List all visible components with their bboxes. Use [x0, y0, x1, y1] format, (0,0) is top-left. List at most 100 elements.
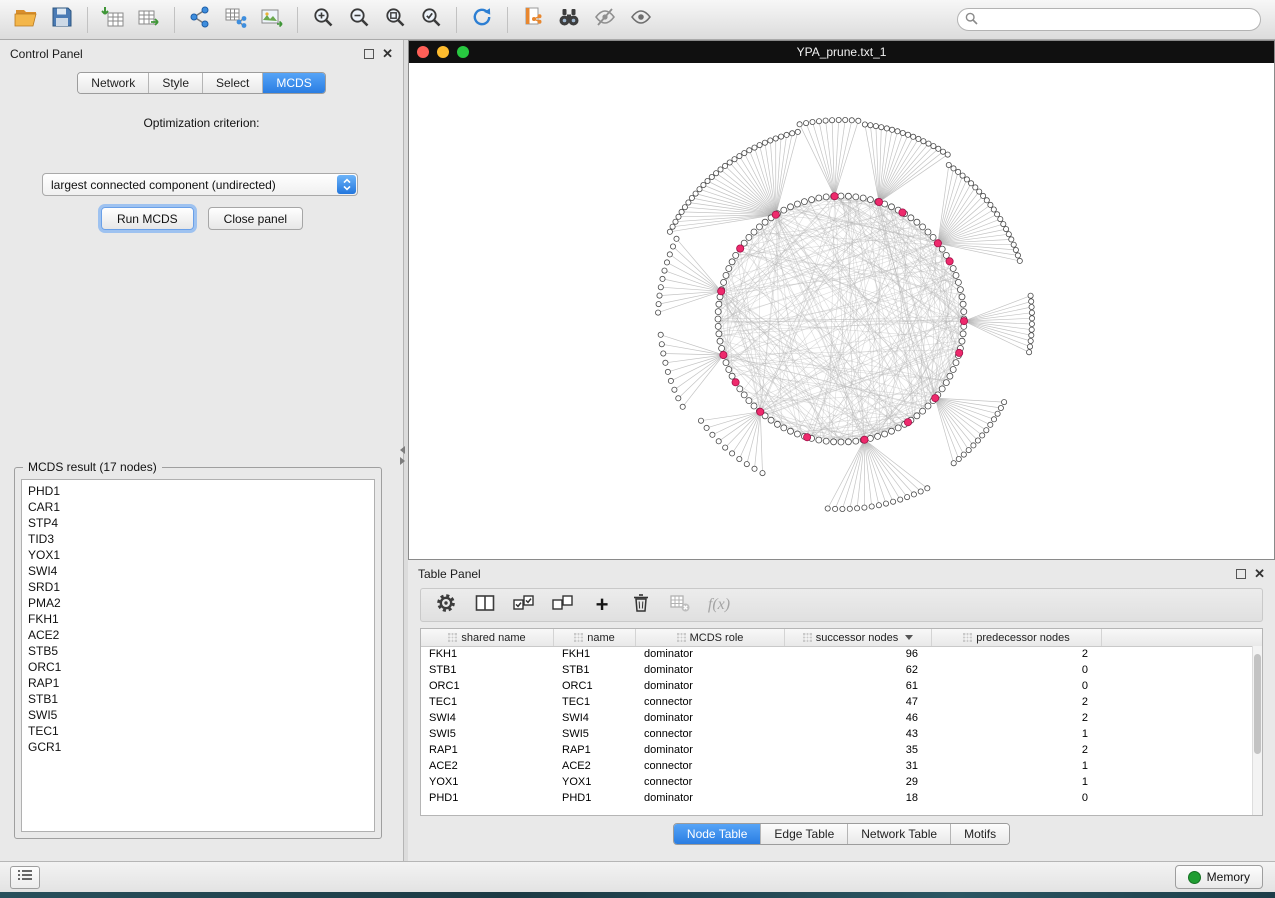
table-row[interactable]: ORC1ORC1dominator610 — [421, 678, 1262, 694]
table-cell: 29 — [785, 774, 932, 790]
table-cell: 0 — [932, 678, 1102, 694]
result-item[interactable]: GCR1 — [28, 739, 374, 755]
table-row[interactable]: STB1STB1dominator620 — [421, 662, 1262, 678]
column-header-mcds-role[interactable]: MCDS role — [636, 629, 785, 646]
table-cell — [1102, 646, 1262, 662]
result-item[interactable]: STB1 — [28, 691, 374, 707]
column-header-predecessor-nodes[interactable]: predecessor nodes — [932, 629, 1102, 646]
result-item[interactable]: SWI4 — [28, 563, 374, 579]
table-row[interactable]: TEC1TEC1connector472 — [421, 694, 1262, 710]
delete-table-button[interactable] — [665, 592, 695, 618]
result-item[interactable]: YOX1 — [28, 547, 374, 563]
column-header-successor-nodes[interactable]: successor nodes — [785, 629, 932, 646]
refresh-layout-button[interactable] — [464, 5, 500, 35]
result-item[interactable]: ACE2 — [28, 627, 374, 643]
export-image-button[interactable] — [254, 5, 290, 35]
close-panel-icon[interactable]: ✕ — [382, 49, 393, 59]
list-icon — [17, 868, 33, 886]
table-row[interactable]: YOX1YOX1connector291 — [421, 774, 1262, 790]
table-row[interactable]: PHD1PHD1dominator180 — [421, 790, 1262, 806]
clone-network-button[interactable] — [515, 5, 551, 35]
import-table-button[interactable] — [131, 5, 167, 35]
tab-motifs[interactable]: Motifs — [951, 824, 1009, 844]
memory-button[interactable]: Memory — [1175, 865, 1263, 889]
table-cell: ORC1 — [421, 678, 554, 694]
function-builder-button[interactable]: f(x) — [704, 592, 734, 618]
criterion-select[interactable]: largest connected component (undirected) — [42, 173, 358, 196]
table-cell: dominator — [636, 742, 785, 758]
result-item[interactable]: FKH1 — [28, 611, 374, 627]
column-label: MCDS role — [690, 632, 744, 644]
table-cell: 0 — [932, 790, 1102, 806]
close-panel-button[interactable]: Close panel — [208, 207, 303, 230]
float-panel-icon[interactable] — [364, 49, 374, 59]
run-mcds-button[interactable]: Run MCDS — [101, 207, 194, 230]
result-item[interactable]: STP4 — [28, 515, 374, 531]
open-session-button[interactable] — [8, 5, 44, 35]
float-table-panel-icon[interactable] — [1236, 569, 1246, 579]
save-icon — [51, 6, 73, 33]
table-scrollbar[interactable] — [1252, 646, 1262, 815]
deselect-all-button[interactable] — [548, 592, 578, 618]
search-network-button[interactable] — [551, 5, 587, 35]
tab-network-table[interactable]: Network Table — [848, 824, 951, 844]
columns-icon — [474, 592, 496, 619]
tab-edge-table[interactable]: Edge Table — [761, 824, 848, 844]
zoom-fit-button[interactable] — [377, 5, 413, 35]
network-graph-svg[interactable] — [409, 63, 1274, 559]
result-item[interactable]: TID3 — [28, 531, 374, 547]
column-header-shared-name[interactable]: shared name — [421, 629, 554, 646]
tab-node-table[interactable]: Node Table — [674, 824, 762, 844]
eye-slash-icon — [594, 6, 616, 33]
show-columns-button[interactable] — [470, 592, 500, 618]
result-item[interactable]: CAR1 — [28, 499, 374, 515]
table-cell: 2 — [932, 694, 1102, 710]
zoom-fit-icon — [384, 6, 406, 33]
search-input[interactable] — [957, 8, 1261, 31]
network-canvas[interactable] — [409, 63, 1274, 559]
table-row[interactable]: SWI4SWI4dominator462 — [421, 710, 1262, 726]
tab-style[interactable]: Style — [149, 73, 203, 93]
zoom-out-button[interactable] — [341, 5, 377, 35]
table-row[interactable]: FKH1FKH1dominator962 — [421, 646, 1262, 662]
task-history-button[interactable] — [10, 866, 40, 889]
splitter-collapse-handles[interactable] — [400, 446, 410, 465]
table-row[interactable]: SWI5SWI5connector431 — [421, 726, 1262, 742]
table-cell: 47 — [785, 694, 932, 710]
delete-column-button[interactable] — [626, 592, 656, 618]
table-cell: PHD1 — [421, 790, 554, 806]
import-table-file-button[interactable] — [95, 5, 131, 35]
tab-select[interactable]: Select — [203, 73, 263, 93]
select-all-button[interactable] — [509, 592, 539, 618]
column-header-filler — [1102, 629, 1262, 646]
hide-details-button[interactable] — [587, 5, 623, 35]
result-item[interactable]: TEC1 — [28, 723, 374, 739]
column-header-name[interactable]: name — [554, 629, 636, 646]
import-network-table-button[interactable] — [218, 5, 254, 35]
result-item[interactable]: RAP1 — [28, 675, 374, 691]
import-network-button[interactable] — [182, 5, 218, 35]
result-item[interactable]: PHD1 — [28, 483, 374, 499]
table-row[interactable]: ACE2ACE2connector311 — [421, 758, 1262, 774]
zoom-selected-icon — [420, 6, 442, 33]
result-item[interactable]: ORC1 — [28, 659, 374, 675]
mcds-result-group: MCDS result (17 nodes) PHD1CAR1STP4TID3Y… — [14, 467, 382, 839]
search-icon — [965, 12, 978, 30]
optimization-criterion-label: Optimization criterion: — [0, 116, 403, 130]
show-details-button[interactable] — [623, 5, 659, 35]
table-mode-button[interactable] — [431, 592, 461, 618]
result-item[interactable]: STB5 — [28, 643, 374, 659]
tab-mcds[interactable]: MCDS — [263, 73, 324, 93]
table-row[interactable]: RAP1RAP1dominator352 — [421, 742, 1262, 758]
result-item[interactable]: SRD1 — [28, 579, 374, 595]
zoom-in-button[interactable] — [305, 5, 341, 35]
result-item[interactable]: PMA2 — [28, 595, 374, 611]
result-item[interactable]: SWI5 — [28, 707, 374, 723]
save-session-button[interactable] — [44, 5, 80, 35]
zoom-selected-button[interactable] — [413, 5, 449, 35]
table-cell: 46 — [785, 710, 932, 726]
create-column-button[interactable]: + — [587, 592, 617, 618]
close-table-panel-icon[interactable]: ✕ — [1254, 569, 1265, 579]
scrollbar-thumb[interactable] — [1254, 654, 1261, 754]
tab-network[interactable]: Network — [78, 73, 149, 93]
